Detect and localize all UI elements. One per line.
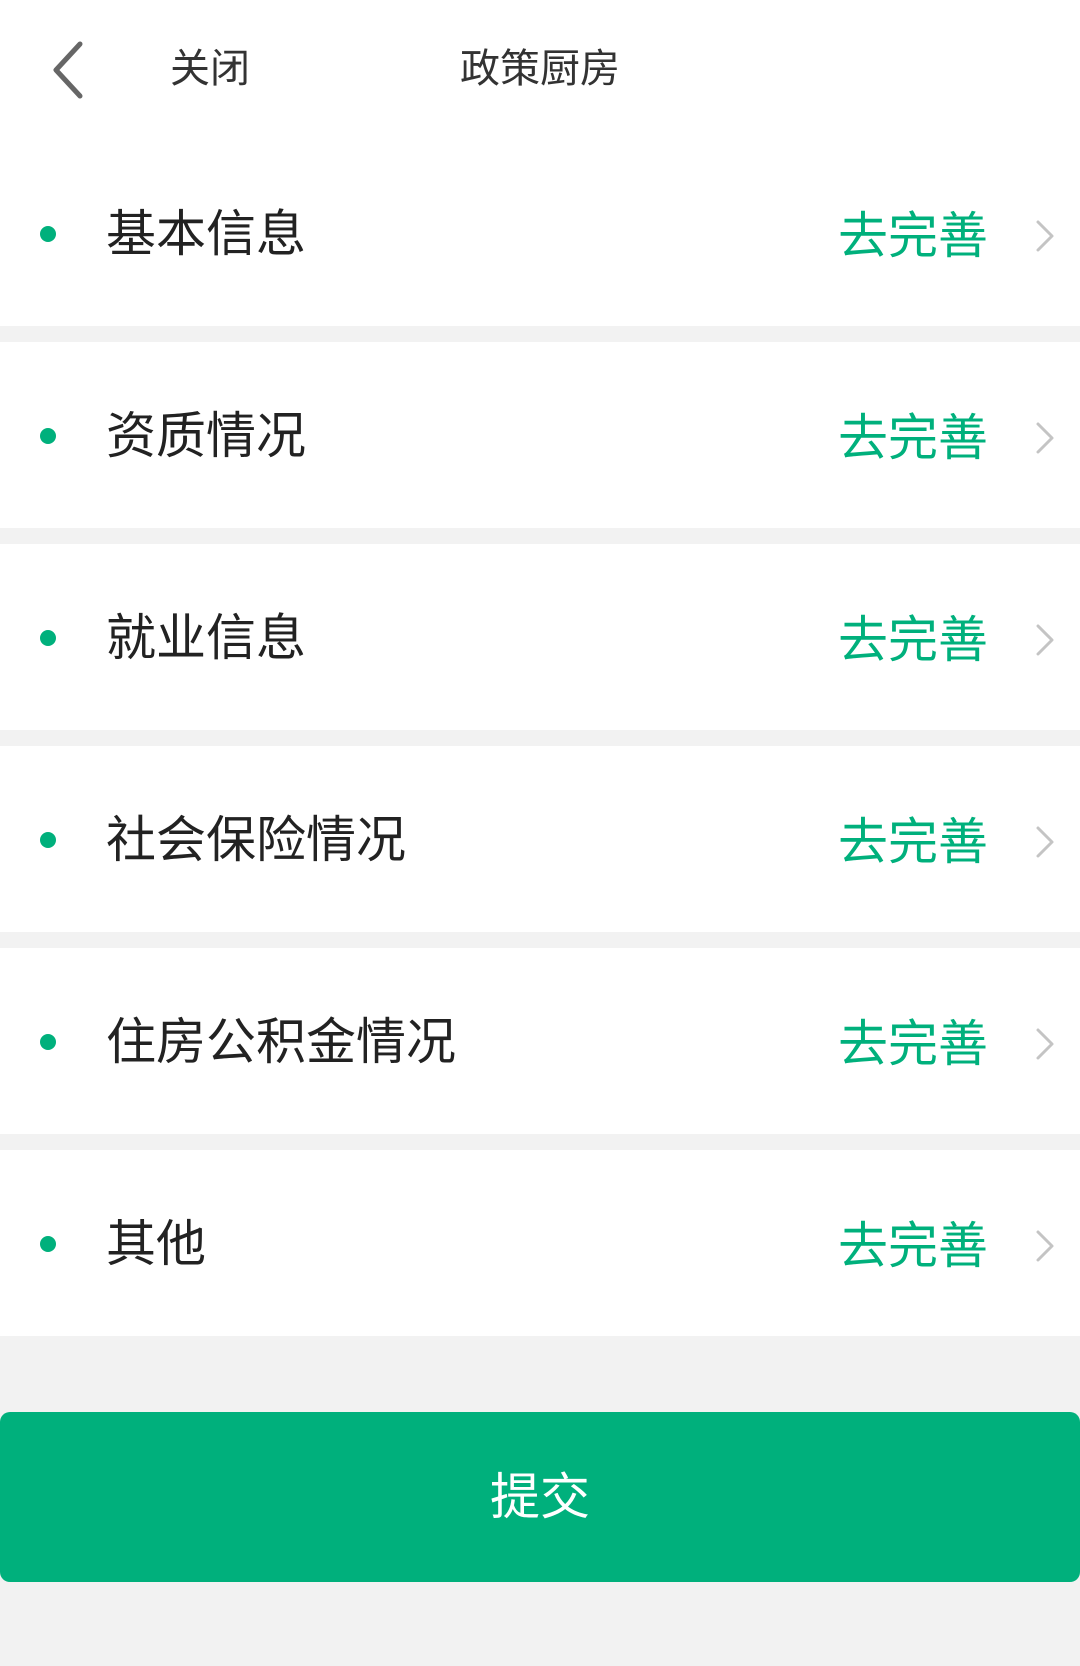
chevron-right-icon	[1032, 620, 1058, 660]
header-bar: 关闭 政策厨房	[0, 0, 1080, 140]
section-label: 资质情况	[106, 407, 306, 465]
section-label: 住房公积金情况	[106, 1013, 456, 1071]
submit-button[interactable]: 提交	[0, 1412, 1080, 1582]
chevron-right-icon	[1032, 1024, 1058, 1064]
bullet-dot	[40, 832, 56, 848]
bullet-dot	[40, 1034, 56, 1050]
close-button[interactable]: 关闭	[170, 40, 250, 98]
section-label: 其他	[106, 1215, 206, 1273]
section-label: 就业信息	[106, 609, 306, 667]
section-row-employment[interactable]: 就业信息 去完善	[0, 544, 1080, 730]
section-label: 社会保险情况	[106, 811, 406, 869]
chevron-right-icon	[1032, 418, 1058, 458]
complete-link[interactable]: 去完善	[838, 604, 988, 676]
section-row-qualification[interactable]: 资质情况 去完善	[0, 342, 1080, 528]
bullet-dot	[40, 1236, 56, 1252]
section-row-housing-fund[interactable]: 住房公积金情况 去完善	[0, 948, 1080, 1134]
complete-link[interactable]: 去完善	[838, 1210, 988, 1282]
section-row-social-insurance[interactable]: 社会保险情况 去完善	[0, 746, 1080, 932]
chevron-left-icon	[53, 41, 83, 99]
back-button[interactable]	[44, 30, 100, 110]
section-row-other[interactable]: 其他 去完善	[0, 1150, 1080, 1336]
chevron-right-icon	[1032, 822, 1058, 862]
bullet-dot	[40, 428, 56, 444]
section-list: 基本信息 去完善 资质情况 去完善 就业信息 去完善 社会保险情况 去完善 住房…	[0, 140, 1080, 1352]
complete-link[interactable]: 去完善	[838, 200, 988, 272]
page-title: 政策厨房	[460, 46, 620, 92]
bullet-dot	[40, 226, 56, 242]
complete-link[interactable]: 去完善	[838, 1008, 988, 1080]
bullet-dot	[40, 630, 56, 646]
section-row-basic-info[interactable]: 基本信息 去完善	[0, 140, 1080, 326]
chevron-right-icon	[1032, 1226, 1058, 1266]
complete-link[interactable]: 去完善	[838, 806, 988, 878]
chevron-right-icon	[1032, 216, 1058, 256]
section-label: 基本信息	[106, 205, 306, 263]
complete-link[interactable]: 去完善	[838, 402, 988, 474]
